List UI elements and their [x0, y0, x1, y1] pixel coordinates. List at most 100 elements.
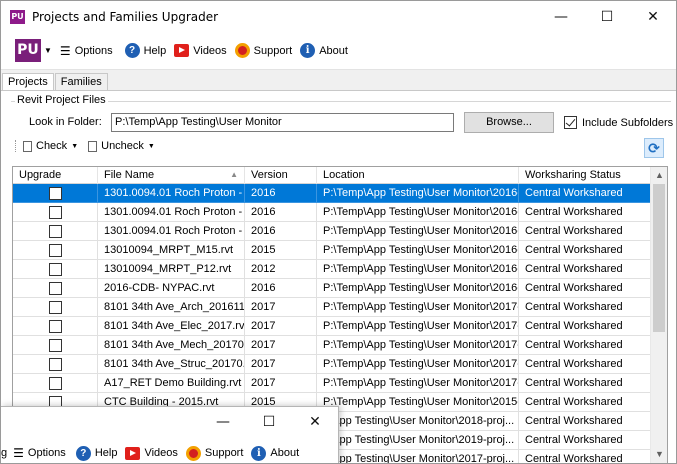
- support-button[interactable]: Support: [234, 43, 292, 58]
- location-cell: P:\Temp\App Testing\User Monitor\2017-pr…: [317, 355, 519, 374]
- version-cell: 2017: [245, 374, 317, 393]
- column-header-version[interactable]: Version: [245, 167, 317, 184]
- app-icon: PU: [10, 9, 25, 24]
- upgrade-cell: [13, 184, 98, 203]
- worksharing-status-cell: Central Workshared: [519, 279, 653, 298]
- file-name-cell: 13010094_MRPT_M15.rvt: [98, 241, 245, 260]
- upgrade-checkbox[interactable]: [48, 300, 62, 314]
- column-header-upgrade[interactable]: Upgrade: [13, 167, 98, 184]
- table-row[interactable]: A17_RET Demo Building.rvt 2017 P:\Temp\App…: [13, 374, 653, 393]
- tab-projects[interactable]: Projects: [2, 73, 54, 91]
- table-row[interactable]: 8101 34th Ave_Elec_2017.rvt 2017 P:\Temp\A…: [13, 317, 653, 336]
- column-header-location[interactable]: Location: [317, 167, 519, 184]
- upgrade-cell: [13, 336, 98, 355]
- group-divider: [11, 101, 671, 102]
- upgrade-checkbox[interactable]: [48, 224, 62, 238]
- table-row[interactable]: 13010094_MRPT_P12.rvt 2012 P:\Temp\App Tes…: [13, 260, 653, 279]
- table-row[interactable]: 8101 34th Ave_Mech_20170... 2017 P:\Temp\A…: [13, 336, 653, 355]
- video-icon: [125, 446, 141, 460]
- support-button[interactable]: Support: [185, 445, 243, 461]
- scrollbar-thumb[interactable]: [653, 184, 665, 332]
- help-button[interactable]: ? Help: [124, 43, 166, 58]
- help-button[interactable]: ? Help: [75, 445, 118, 461]
- upgrade-checkbox[interactable]: [48, 262, 62, 276]
- include-subfolders-checkbox[interactable]: Include Subfolders: [564, 116, 673, 129]
- worksharing-status-cell: Central Workshared: [519, 184, 653, 203]
- upgrade-cell: [13, 298, 98, 317]
- worksharing-status-cell: Central Workshared: [519, 374, 653, 393]
- info-icon: i: [300, 43, 316, 58]
- minimize-button[interactable]: —: [538, 1, 584, 32]
- table-row[interactable]: 1301.0094.01 Roch Proton - ... 2016 P:\Tem…: [13, 222, 653, 241]
- upgrade-checkbox[interactable]: [48, 357, 62, 371]
- logo-menu-button[interactable]: PU: [15, 39, 41, 62]
- about-button[interactable]: i About: [251, 445, 299, 461]
- uncheck-dropdown[interactable]: Uncheck ▼: [88, 140, 155, 152]
- tab-families[interactable]: Families: [54, 73, 108, 91]
- file-name-cell: 1301.0094.01 Roch Proton - ...: [98, 184, 245, 203]
- chevron-down-icon[interactable]: ▼: [44, 46, 52, 55]
- upgrade-checkbox[interactable]: [48, 376, 62, 390]
- upgrade-checkbox[interactable]: [48, 243, 62, 257]
- options-label: Options: [27, 447, 66, 459]
- videos-label: Videos: [193, 44, 227, 57]
- main-toolbar: PU ▼ ☰ Options ? Help Videos Support i A…: [1, 32, 676, 70]
- browse-button[interactable]: Browse...: [464, 112, 554, 133]
- location-cell: P:\Temp\App Testing\User Monitor\2016-pr…: [317, 279, 519, 298]
- upgrade-checkbox[interactable]: [48, 186, 62, 200]
- scroll-up-icon[interactable]: ▲: [651, 167, 667, 184]
- close-button[interactable]: ✕: [292, 407, 338, 437]
- upgrade-checkbox[interactable]: [48, 205, 62, 219]
- folder-label: Look in Folder:: [29, 116, 102, 128]
- version-cell: 2017: [245, 317, 317, 336]
- table-row[interactable]: 8101 34th Ave_Arch_201611... 2017 P:\Temp\…: [13, 298, 653, 317]
- column-header-worksharing-status[interactable]: Worksharing Status: [519, 167, 653, 184]
- worksharing-status-cell: Central Workshared: [519, 412, 653, 431]
- upgrade-checkbox[interactable]: [48, 281, 62, 295]
- location-cell: P:\Temp\App Testing\User Monitor\2017-pr…: [317, 298, 519, 317]
- window-title: Projects and Families Upgrader: [32, 9, 219, 24]
- uncheck-label: Uncheck: [101, 140, 144, 152]
- worksharing-status-cell: Central Workshared: [519, 222, 653, 241]
- location-cell: P:\Temp\App Testing\User Monitor\2016-pr…: [317, 222, 519, 241]
- close-button[interactable]: ✕: [630, 1, 676, 32]
- table-row[interactable]: 2016-CDB- NYPAC.rvt 2016 P:\Temp\App Testi…: [13, 279, 653, 298]
- check-dropdown[interactable]: Check ▼: [23, 140, 78, 152]
- table-row[interactable]: 8101 34th Ave_Struc_20170... 2017 P:\Temp\…: [13, 355, 653, 374]
- maximize-button[interactable]: ☐: [584, 1, 630, 32]
- table-row[interactable]: 1301.0094.01 Roch Proton - ... 2016 P:\Tem…: [13, 184, 653, 203]
- help-icon: ?: [75, 445, 91, 461]
- column-header-file-name[interactable]: File Name ▲: [98, 167, 245, 184]
- videos-button[interactable]: Videos: [174, 44, 227, 57]
- maximize-button[interactable]: ☐: [246, 407, 292, 437]
- minimize-button[interactable]: —: [200, 407, 246, 437]
- upgrade-cell: [13, 355, 98, 374]
- refresh-button[interactable]: ⟳: [644, 138, 664, 158]
- about-button[interactable]: i About: [300, 43, 348, 58]
- chevron-down-icon: ▼: [71, 142, 79, 150]
- table-row[interactable]: 13010094_MRPT_M15.rvt 2015 P:\Temp\App Tes…: [13, 241, 653, 260]
- folder-path-input[interactable]: P:\Temp\App Testing\User Monitor: [111, 113, 454, 132]
- options-button[interactable]: ☰ Options: [13, 446, 66, 460]
- location-cell: p\App Testing\User Monitor\2017-proj...: [317, 450, 519, 463]
- toolbar-grip: [15, 140, 17, 152]
- worksharing-status-cell: Central Workshared: [519, 355, 653, 374]
- file-name-cell: 8101 34th Ave_Struc_20170...: [98, 355, 245, 374]
- help-icon: ?: [124, 43, 140, 58]
- help-label: Help: [94, 447, 118, 459]
- table-row[interactable]: 1301.0094.01 Roch Proton - ... 2016 P:\Tem…: [13, 203, 653, 222]
- worksharing-status-cell: Central Workshared: [519, 431, 653, 450]
- info-icon: i: [251, 445, 267, 461]
- upgrade-checkbox[interactable]: [48, 319, 62, 333]
- vertical-scrollbar[interactable]: ▲ ▼: [650, 167, 667, 463]
- location-cell: P:\Temp\App Testing\User Monitor\2015-Pr…: [317, 393, 519, 412]
- uncheck-all-icon: [88, 140, 98, 152]
- background-window-controls: — ☐ ✕: [200, 407, 338, 437]
- options-button[interactable]: ☰ Options: [60, 44, 113, 58]
- videos-button[interactable]: Videos: [125, 446, 178, 460]
- worksharing-status-cell: Central Workshared: [519, 336, 653, 355]
- scroll-down-icon[interactable]: ▼: [651, 446, 667, 463]
- upgrade-checkbox[interactable]: [48, 338, 62, 352]
- checkbox-checked[interactable]: [564, 116, 577, 129]
- check-all-icon: [23, 140, 32, 152]
